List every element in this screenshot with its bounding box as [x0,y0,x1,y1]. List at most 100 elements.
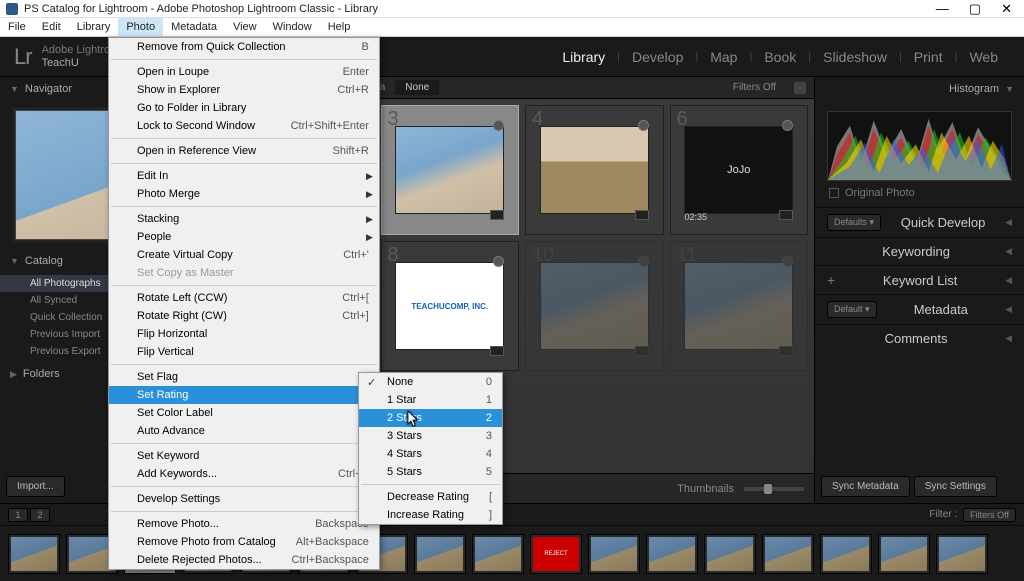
panel-section-quick-develop[interactable]: Defaults ▾Quick Develop◀ [815,207,1024,237]
menu-item[interactable]: Create Virtual CopyCtrl+' [109,246,379,264]
menu-item[interactable]: Set Rating▶ [109,386,379,404]
sync-settings-button[interactable]: Sync Settings [914,476,997,497]
module-library[interactable]: Library [550,49,617,65]
menu-library[interactable]: Library [69,18,119,36]
menu-item[interactable]: Remove Photo...Backspace [109,515,379,533]
grid-cell[interactable]: 3 [381,105,520,235]
menu-item[interactable]: Remove from Quick CollectionB [109,38,379,56]
filmstrip-thumb[interactable] [820,534,872,574]
filmstrip-thumb[interactable] [762,534,814,574]
flag-icon[interactable] [638,120,649,131]
thumbnail-size[interactable]: Thumbnails [677,483,804,495]
thumbnail-badge-icon[interactable] [779,346,793,356]
maximize-button[interactable]: ▢ [969,1,981,17]
menu-item[interactable]: Set Flag▶ [109,368,379,386]
metadata-preset-dropdown[interactable]: Default ▾ [827,301,877,318]
flag-icon[interactable] [782,120,793,131]
filter-tab-none[interactable]: None [395,80,439,95]
histogram-header[interactable]: ▼ Histogram [815,77,1024,101]
module-develop[interactable]: Develop [620,49,695,65]
thumbnail-badge-icon[interactable] [490,346,504,356]
minimize-button[interactable]: — [936,1,949,17]
flag-icon[interactable] [493,120,504,131]
preset-dropdown[interactable]: Defaults ▾ [827,214,881,231]
menu-item[interactable]: Stacking▶ [109,210,379,228]
menu-item[interactable]: Flip Vertical [109,343,379,361]
menu-item[interactable]: Add Keywords...Ctrl+K [109,465,379,483]
menu-edit[interactable]: Edit [34,18,69,36]
menu-item[interactable]: Go to Folder in Library [109,99,379,117]
flag-icon[interactable] [638,256,649,267]
filmstrip-thumb[interactable] [936,534,988,574]
menu-help[interactable]: Help [320,18,359,36]
filmstrip-thumb[interactable] [588,534,640,574]
menu-window[interactable]: Window [265,18,320,36]
flag-icon[interactable] [782,256,793,267]
panel-section-comments[interactable]: Comments◀ [815,324,1024,352]
menu-item[interactable]: Auto Advance [109,422,379,440]
menu-item[interactable]: Flip Horizontal [109,325,379,343]
thumbnail-badge-icon[interactable] [635,210,649,220]
menu-item[interactable]: Develop Settings▶ [109,490,379,508]
filmstrip-filter-dropdown[interactable]: Filters Off [963,508,1016,522]
thumbnail-badge-icon[interactable] [779,210,793,220]
menu-item[interactable]: ✓None0 [359,373,502,391]
menu-item[interactable]: Delete Rejected Photos...Ctrl+Backspace [109,551,379,569]
grid-cell[interactable]: 4 [525,105,664,235]
panel-section-keywording[interactable]: Keywording◀ [815,237,1024,265]
lock-icon[interactable] [794,82,806,94]
filmstrip-thumb[interactable] [646,534,698,574]
menu-item[interactable]: People▶ [109,228,379,246]
menu-item[interactable]: 4 Stars4 [359,445,502,463]
filmstrip-thumb[interactable] [878,534,930,574]
menu-item[interactable]: Set Keyword▶ [109,447,379,465]
menu-item[interactable]: Increase Rating] [359,506,502,524]
menu-item[interactable]: 2 Stars2 [359,409,502,427]
menu-item[interactable]: Open in LoupeEnter [109,63,379,81]
filters-off-label[interactable]: Filters Off [723,80,786,95]
menu-item[interactable]: Photo Merge▶ [109,185,379,203]
menu-item[interactable]: Decrease Rating[ [359,488,502,506]
filmstrip-thumb[interactable] [8,534,60,574]
filmstrip-thumb[interactable] [414,534,466,574]
secondary-display-button[interactable]: 1 [8,508,28,522]
menu-photo[interactable]: Photo [118,18,163,36]
menu-item[interactable]: Set Color Label▶ [109,404,379,422]
menu-item[interactable]: Rotate Left (CCW)Ctrl+[ [109,289,379,307]
checkbox-icon[interactable] [829,188,839,198]
filmstrip-thumb[interactable] [472,534,524,574]
menu-file[interactable]: File [0,18,34,36]
close-button[interactable]: ✕ [1001,1,1012,17]
menu-item[interactable]: Edit In▶ [109,167,379,185]
panel-section-keyword-list[interactable]: +Keyword List◀ [815,265,1024,294]
module-book[interactable]: Book [752,49,808,65]
grid-cell[interactable]: 11 [670,241,809,371]
menu-item[interactable]: 5 Stars5 [359,463,502,481]
grid-cell[interactable]: 602:35JoJo [670,105,809,235]
thumbnail-badge-icon[interactable] [490,210,504,220]
original-photo-toggle[interactable]: Original Photo [815,185,1024,207]
sync-metadata-button[interactable]: Sync Metadata [821,476,910,497]
secondary-display-button[interactable]: 2 [30,508,50,522]
add-keyword-icon[interactable]: + [827,272,835,288]
menu-item[interactable]: Open in Reference ViewShift+R [109,142,379,160]
menu-metadata[interactable]: Metadata [163,18,225,36]
module-slideshow[interactable]: Slideshow [811,49,899,65]
menu-view[interactable]: View [225,18,265,36]
menu-item[interactable]: Remove Photo from CatalogAlt+Backspace [109,533,379,551]
panel-section-metadata[interactable]: Default ▾Metadata◀ [815,294,1024,324]
filmstrip-thumb[interactable] [704,534,756,574]
flag-icon[interactable] [493,256,504,267]
menu-item[interactable]: Show in ExplorerCtrl+R [109,81,379,99]
module-map[interactable]: Map [698,49,749,65]
grid-cell[interactable]: 10 [525,241,664,371]
module-web[interactable]: Web [957,49,1010,65]
grid-cell[interactable]: 8TEACHUCOMP, INC. [381,241,520,371]
menu-item[interactable]: 1 Star1 [359,391,502,409]
slider-thumb[interactable] [764,484,772,494]
menu-item[interactable]: Rotate Right (CW)Ctrl+] [109,307,379,325]
module-print[interactable]: Print [902,49,955,65]
filmstrip-thumb[interactable]: REJECT [530,534,582,574]
import-button[interactable]: Import... [6,476,65,497]
thumbnail-badge-icon[interactable] [635,346,649,356]
